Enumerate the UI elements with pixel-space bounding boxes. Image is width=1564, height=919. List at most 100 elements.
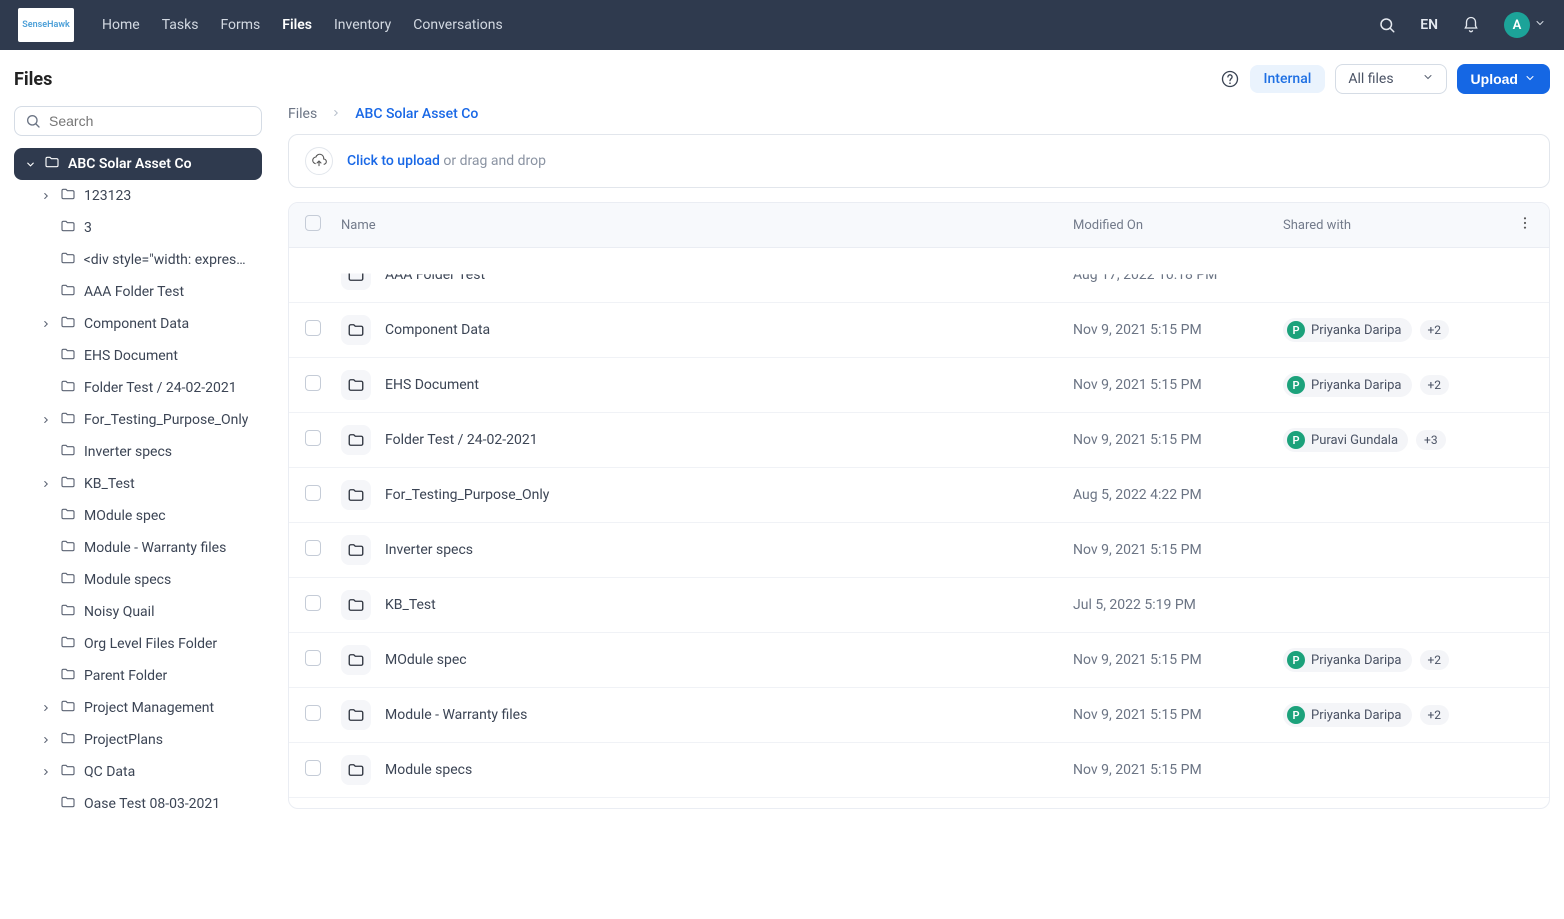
tree-item[interactable]: AAA Folder Test xyxy=(36,276,262,308)
notifications-icon[interactable] xyxy=(1460,14,1482,36)
tree-item[interactable]: 123123 xyxy=(36,180,262,212)
internal-toggle[interactable]: Internal xyxy=(1250,65,1326,93)
chevron-right-icon[interactable] xyxy=(40,319,52,329)
nav-link-inventory[interactable]: Inventory xyxy=(334,17,391,33)
upload-button[interactable]: Upload xyxy=(1457,64,1550,94)
tree-item[interactable]: 3 xyxy=(36,212,262,244)
select-all-checkbox[interactable] xyxy=(305,215,321,231)
filter-label: All files xyxy=(1348,71,1393,87)
tree-item-label: EHS Document xyxy=(84,348,178,364)
page-title: Files xyxy=(14,69,52,90)
share-count[interactable]: +3 xyxy=(1416,430,1446,450)
tree-root[interactable]: ABC Solar Asset Co xyxy=(14,148,262,180)
tree-item[interactable]: Project Management xyxy=(36,692,262,724)
share-badge[interactable]: PPriyanka Daripa xyxy=(1283,318,1412,342)
nav-link-home[interactable]: Home xyxy=(102,17,140,33)
share-avatar: P xyxy=(1287,321,1305,339)
table-row[interactable]: EHS DocumentNov 9, 2021 5:15 PMPPriyanka… xyxy=(289,358,1549,413)
table-body: AAA Folder TestAug 17, 2022 10:18 PMComp… xyxy=(289,248,1549,808)
modified-date: Nov 9, 2021 5:15 PM xyxy=(1073,762,1283,778)
share-count[interactable]: +2 xyxy=(1420,320,1450,340)
share-badge[interactable]: PPriyanka Daripa xyxy=(1283,703,1412,727)
nav-link-files[interactable]: Files xyxy=(282,17,312,33)
tree-item[interactable]: EHS Document xyxy=(36,340,262,372)
chevron-right-icon[interactable] xyxy=(40,703,52,713)
col-modified[interactable]: Modified On xyxy=(1073,218,1283,233)
share-name: Priyanka Daripa xyxy=(1311,378,1402,393)
share-count[interactable]: +2 xyxy=(1420,375,1450,395)
help-icon[interactable] xyxy=(1220,69,1240,89)
chevron-down-icon[interactable] xyxy=(24,159,36,170)
tree-item-label: Parent Folder xyxy=(84,668,167,684)
tree-item[interactable]: For_Testing_Purpose_Only xyxy=(36,404,262,436)
search-box[interactable] xyxy=(14,106,262,136)
row-checkbox[interactable] xyxy=(305,375,321,391)
search-icon[interactable] xyxy=(1376,14,1398,36)
table-row[interactable]: Module - Warranty filesNov 9, 2021 5:15 … xyxy=(289,688,1549,743)
share-count[interactable]: +2 xyxy=(1420,650,1450,670)
table-row[interactable]: Inverter specsNov 9, 2021 5:15 PM xyxy=(289,523,1549,578)
brand-logo[interactable]: SenseHawk xyxy=(18,8,74,42)
table-row[interactable]: AAA Folder TestAug 17, 2022 10:18 PM xyxy=(289,248,1549,303)
share-badge[interactable]: PPuravi Gundala xyxy=(1283,428,1408,452)
search-icon xyxy=(25,113,41,129)
row-checkbox[interactable] xyxy=(305,595,321,611)
tree-item[interactable]: KB_Test xyxy=(36,468,262,500)
tree-item[interactable]: Org Level Files Folder xyxy=(36,628,262,660)
share-avatar: P xyxy=(1287,376,1305,394)
tree-item[interactable]: <div style="width: expressi... xyxy=(36,244,262,276)
table-row[interactable]: KB_TestJul 5, 2022 5:19 PM xyxy=(289,578,1549,633)
row-checkbox[interactable] xyxy=(305,650,321,666)
upload-dropzone[interactable]: Click to upload or drag and drop xyxy=(288,134,1550,188)
folder-icon xyxy=(341,480,371,510)
chevron-right-icon[interactable] xyxy=(40,735,52,745)
table-row[interactable]: Module specsNov 9, 2021 5:15 PM xyxy=(289,743,1549,798)
nav-link-conversations[interactable]: Conversations xyxy=(413,17,502,33)
row-checkbox[interactable] xyxy=(305,760,321,776)
table-row[interactable]: For_Testing_Purpose_OnlyAug 5, 2022 4:22… xyxy=(289,468,1549,523)
share-count[interactable]: +2 xyxy=(1420,705,1450,725)
table-row[interactable]: Folder Test / 24-02-2021Nov 9, 2021 5:15… xyxy=(289,413,1549,468)
upload-link[interactable]: Click to upload xyxy=(347,153,440,169)
share-badge[interactable]: P Priyanka Daripa xyxy=(1283,373,1412,397)
folder-icon xyxy=(60,314,76,334)
table-row[interactable]: MOdule specNov 9, 2021 5:15 PMPPriyanka … xyxy=(289,633,1549,688)
tree-item[interactable]: Inverter specs xyxy=(36,436,262,468)
tree-item[interactable]: Noisy Quail xyxy=(36,596,262,628)
tree-item[interactable]: Component Data xyxy=(36,308,262,340)
filter-dropdown[interactable]: All files xyxy=(1335,64,1446,94)
row-checkbox[interactable] xyxy=(305,485,321,501)
tree-item[interactable]: QC Data xyxy=(36,756,262,788)
row-checkbox[interactable] xyxy=(305,430,321,446)
chevron-right-icon[interactable] xyxy=(40,191,52,201)
table-row[interactable]: Noisy QuailMar 19, 2022 3:53 PM xyxy=(289,798,1549,808)
user-menu[interactable]: A xyxy=(1504,12,1546,38)
breadcrumb-current[interactable]: ABC Solar Asset Co xyxy=(355,106,478,122)
share-badge[interactable]: PPriyanka Daripa xyxy=(1283,648,1412,672)
tree-item[interactable]: Module specs xyxy=(36,564,262,596)
tree-item[interactable]: Oase Test 08-03-2021 xyxy=(36,788,262,820)
nav-link-forms[interactable]: Forms xyxy=(220,17,260,33)
language-selector[interactable]: EN xyxy=(1420,17,1438,33)
nav-link-tasks[interactable]: Tasks xyxy=(162,17,199,33)
chevron-right-icon[interactable] xyxy=(40,479,52,489)
chevron-right-icon[interactable] xyxy=(40,767,52,777)
row-checkbox[interactable] xyxy=(305,540,321,556)
row-checkbox[interactable] xyxy=(305,705,321,721)
tree-item[interactable]: MOdule spec xyxy=(36,500,262,532)
table-row[interactable]: Component DataNov 9, 2021 5:15 PMPPriyan… xyxy=(289,303,1549,358)
shared-with: PPriyanka Daripa +2 xyxy=(1283,648,1503,672)
table-menu-icon[interactable] xyxy=(1503,215,1533,235)
col-shared[interactable]: Shared with xyxy=(1283,218,1503,233)
breadcrumb-root[interactable]: Files xyxy=(288,106,317,122)
tree-item[interactable]: Module - Warranty files xyxy=(36,532,262,564)
tree-item[interactable]: ProjectPlans xyxy=(36,724,262,756)
row-checkbox[interactable] xyxy=(305,320,321,336)
tree-item-label: Inverter specs xyxy=(84,444,172,460)
col-name[interactable]: Name xyxy=(341,218,1073,233)
tree-item[interactable]: Parent Folder xyxy=(36,660,262,692)
modified-date: Jul 5, 2022 5:19 PM xyxy=(1073,597,1283,613)
chevron-right-icon[interactable] xyxy=(40,415,52,425)
tree-item[interactable]: Folder Test / 24-02-2021 xyxy=(36,372,262,404)
search-input[interactable] xyxy=(49,113,251,129)
